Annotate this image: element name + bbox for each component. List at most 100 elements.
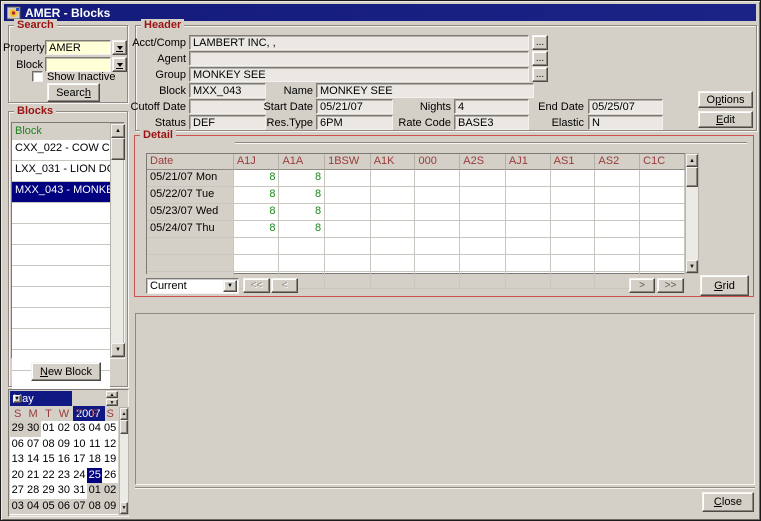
- calendar-day[interactable]: 21: [25, 468, 40, 484]
- calendar-day[interactable]: 12: [102, 437, 117, 453]
- detail-cell[interactable]: [415, 272, 460, 289]
- calendar-day[interactable]: 04: [87, 421, 102, 437]
- title-bar[interactable]: AMER - Blocks: [4, 4, 756, 21]
- detail-cell[interactable]: [595, 187, 640, 204]
- detail-cell[interactable]: [371, 221, 416, 238]
- detail-cell[interactable]: [595, 255, 640, 272]
- calendar-day[interactable]: 02: [102, 483, 117, 499]
- elastic-field[interactable]: N: [588, 115, 663, 130]
- calendar-day[interactable]: 07: [25, 437, 40, 453]
- calendar-day[interactable]: 30: [25, 421, 40, 437]
- detail-cell[interactable]: [460, 170, 506, 187]
- scroll-down-icon[interactable]: ▼: [111, 343, 125, 357]
- block-lov-button[interactable]: [112, 57, 127, 72]
- group-field[interactable]: MONKEY SEE: [189, 67, 529, 82]
- calendar-day[interactable]: 13: [10, 452, 25, 468]
- detail-cell[interactable]: [325, 204, 371, 221]
- close-button[interactable]: Close: [702, 492, 754, 512]
- detail-cell[interactable]: [371, 272, 416, 289]
- detail-cell[interactable]: [640, 238, 685, 255]
- agent-ellipsis-button[interactable]: ...: [532, 51, 548, 66]
- detail-cell[interactable]: [551, 255, 596, 272]
- calendar-day[interactable]: 14: [25, 452, 40, 468]
- detail-cell[interactable]: [595, 238, 640, 255]
- block-list-item[interactable]: [12, 266, 110, 287]
- detail-cell[interactable]: [460, 204, 506, 221]
- spinner-down-icon[interactable]: ▼: [106, 399, 118, 406]
- calendar-day[interactable]: 07: [72, 499, 87, 515]
- res-type-field[interactable]: 6PM: [316, 115, 393, 130]
- calendar-day[interactable]: 01: [87, 483, 102, 499]
- property-input[interactable]: AMER: [45, 40, 111, 55]
- calendar-day[interactable]: 28: [25, 483, 40, 499]
- calendar-day[interactable]: 29: [41, 483, 56, 499]
- block-list-item[interactable]: [12, 224, 110, 245]
- calendar-day[interactable]: 23: [56, 468, 71, 484]
- scrollbar-thumb[interactable]: [120, 420, 128, 434]
- detail-cell[interactable]: [325, 187, 371, 204]
- detail-cell[interactable]: [371, 204, 416, 221]
- calendar-day[interactable]: 06: [56, 499, 71, 515]
- calendar-day[interactable]: 08: [87, 499, 102, 515]
- calendar-day[interactable]: 24: [72, 468, 87, 484]
- calendar-day[interactable]: 05: [41, 499, 56, 515]
- block-list-item[interactable]: [12, 245, 110, 266]
- calendar-day[interactable]: 29: [10, 421, 25, 437]
- detail-cell[interactable]: 8: [234, 187, 280, 204]
- agent-field[interactable]: [189, 51, 529, 66]
- detail-cell[interactable]: [460, 255, 506, 272]
- detail-cell[interactable]: [279, 238, 325, 255]
- detail-cell[interactable]: [506, 204, 551, 221]
- calendar-day[interactable]: 16: [56, 452, 71, 468]
- detail-cell[interactable]: [551, 238, 596, 255]
- detail-cell[interactable]: [640, 255, 685, 272]
- detail-cell[interactable]: [234, 255, 280, 272]
- calendar-day[interactable]: 11: [87, 437, 102, 453]
- block-list-item[interactable]: CXX_022 - COW CONVEN: [12, 140, 110, 161]
- scroll-down-icon[interactable]: ▼: [686, 260, 698, 273]
- page-next-button[interactable]: >: [629, 278, 655, 293]
- detail-grid-scrollbar[interactable]: ▲ ▼: [685, 153, 699, 274]
- calendar-day[interactable]: 10: [72, 437, 87, 453]
- detail-cell[interactable]: [325, 272, 371, 289]
- detail-cell[interactable]: [551, 187, 596, 204]
- calendar-day[interactable]: 01: [41, 421, 56, 437]
- block-search-input[interactable]: [45, 57, 111, 72]
- page-prev-button[interactable]: <: [271, 278, 298, 293]
- detail-cell[interactable]: 8: [279, 221, 325, 238]
- acct-comp-field[interactable]: LAMBERT INC, ,: [189, 35, 529, 50]
- calendar-scrollbar[interactable]: ▲ ▼: [119, 407, 129, 515]
- scroll-down-icon[interactable]: ▼: [120, 502, 128, 514]
- detail-cell[interactable]: [595, 204, 640, 221]
- detail-cell[interactable]: [279, 255, 325, 272]
- search-button[interactable]: Search: [47, 83, 100, 102]
- detail-cell[interactable]: [506, 221, 551, 238]
- options-button[interactable]: Options: [698, 91, 753, 108]
- detail-view-select[interactable]: Current ▼: [146, 278, 239, 294]
- scrollbar-thumb[interactable]: [686, 167, 698, 187]
- page-last-button[interactable]: >>: [657, 278, 684, 293]
- start-date-field[interactable]: 05/21/07: [316, 99, 393, 114]
- calendar-day[interactable]: 06: [10, 437, 25, 453]
- detail-cell[interactable]: [415, 221, 460, 238]
- detail-cell[interactable]: [234, 238, 280, 255]
- detail-cell[interactable]: [371, 170, 416, 187]
- nights-field[interactable]: 4: [454, 99, 529, 114]
- scroll-up-icon[interactable]: ▲: [686, 154, 698, 167]
- detail-cell[interactable]: [325, 238, 371, 255]
- chevron-down-icon[interactable]: ▼: [13, 395, 21, 403]
- detail-cell[interactable]: [415, 187, 460, 204]
- detail-cell[interactable]: [640, 221, 685, 238]
- detail-cell[interactable]: [460, 272, 506, 289]
- scrollbar-thumb[interactable]: [111, 138, 125, 160]
- calendar-day[interactable]: 26: [102, 468, 117, 484]
- calendar-day[interactable]: 08: [41, 437, 56, 453]
- detail-cell[interactable]: 8: [234, 170, 280, 187]
- rate-code-field[interactable]: BASE3: [454, 115, 529, 130]
- calendar-day[interactable]: 09: [56, 437, 71, 453]
- calendar-day[interactable]: 09: [102, 499, 117, 515]
- detail-cell[interactable]: [595, 170, 640, 187]
- detail-cell[interactable]: [506, 187, 551, 204]
- detail-cell[interactable]: 8: [234, 221, 280, 238]
- grid-button[interactable]: Grid: [700, 275, 749, 296]
